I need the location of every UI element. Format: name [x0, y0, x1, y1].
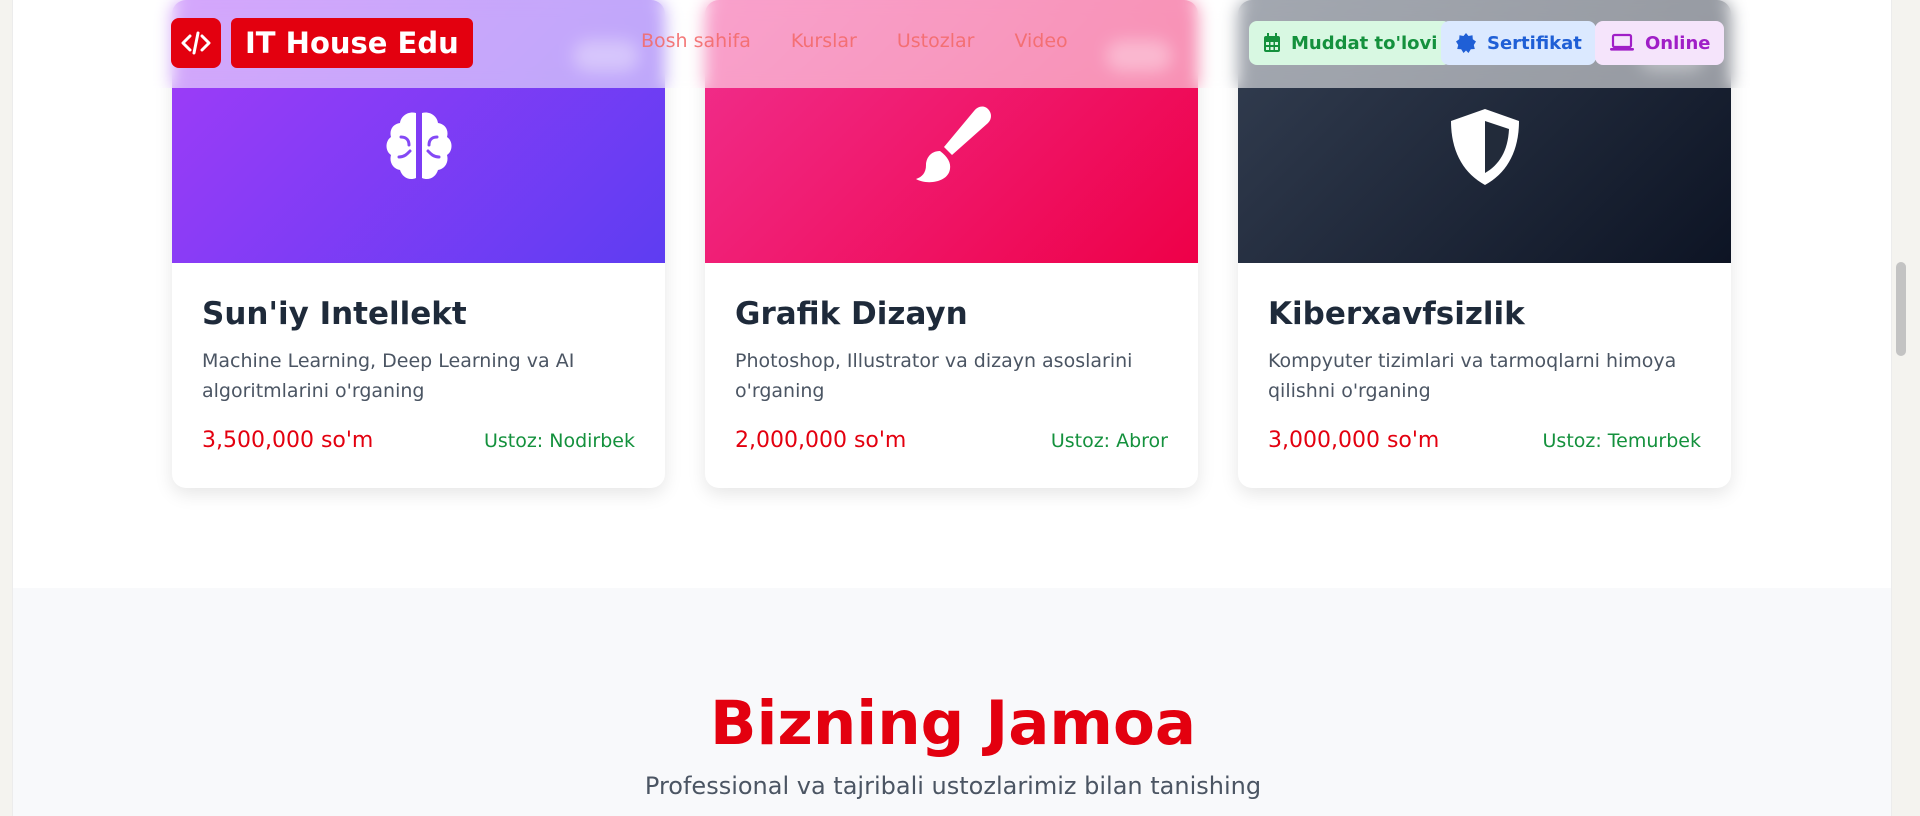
nav-courses[interactable]: Kurslar: [791, 30, 857, 52]
course-price: 3,000,000 so'm: [1268, 428, 1440, 453]
team-subtitle: Professional va tajribali ustozlarimiz b…: [644, 772, 1262, 800]
calendar-icon: [1264, 33, 1280, 52]
certificate-icon: [1456, 33, 1476, 53]
course-teacher: Ustoz: Nodirbek: [483, 430, 635, 452]
shield-icon: [1450, 109, 1519, 185]
course-title: Grafik Dizayn: [735, 296, 968, 332]
brain-icon: [386, 112, 451, 180]
page: Sun'iy Intellekt Machine Learning, Deep …: [12, 0, 1892, 816]
online-label: Online: [1645, 32, 1711, 54]
installment-pill[interactable]: Muddat to'lovi: [1249, 21, 1452, 65]
brand-name[interactable]: IT House Edu: [231, 18, 473, 68]
team-section: Bizning Jamoa Professional va tajribali …: [13, 588, 1891, 816]
course-teacher: Ustoz: Abror: [1050, 430, 1168, 452]
course-price: 2,000,000 so'm: [735, 428, 907, 453]
main-nav: Bosh sahifa Kurslar Ustozlar Video: [641, 30, 1068, 52]
nav-video[interactable]: Video: [1014, 30, 1067, 52]
online-pill[interactable]: Online: [1595, 21, 1725, 65]
course-description: Photoshop, Illustrator va dizayn asoslar…: [735, 350, 1133, 402]
course-title: Sun'iy Intellekt: [202, 296, 467, 332]
team-title: Bizning Jamoa: [709, 688, 1197, 759]
nav-teachers[interactable]: Ustozlar: [897, 30, 975, 52]
course-teacher: Ustoz: Temurbek: [1542, 430, 1701, 452]
logo-code-icon[interactable]: [171, 18, 221, 68]
certificate-label: Sertifikat: [1487, 32, 1582, 54]
course-title: Kiberxavfsizlik: [1268, 296, 1525, 332]
certificate-pill[interactable]: Sertifikat: [1441, 21, 1596, 65]
course-price: 3,500,000 so'm: [202, 428, 374, 453]
scrollbar-track[interactable]: [1892, 0, 1920, 816]
nav-home[interactable]: Bosh sahifa: [641, 30, 751, 52]
course-description: Kompyuter tizimlari va tarmoqlarni himoy…: [1268, 350, 1677, 402]
installment-label: Muddat to'lovi: [1291, 32, 1438, 54]
laptop-icon: [1610, 33, 1634, 51]
site-header: IT House Edu Bosh sahifa Kurslar Ustozla…: [13, 0, 1891, 88]
scrollbar-thumb[interactable]: [1896, 262, 1906, 356]
course-description: Machine Learning, Deep Learning va AI al…: [202, 350, 575, 402]
paint-brush-icon: [915, 106, 991, 183]
